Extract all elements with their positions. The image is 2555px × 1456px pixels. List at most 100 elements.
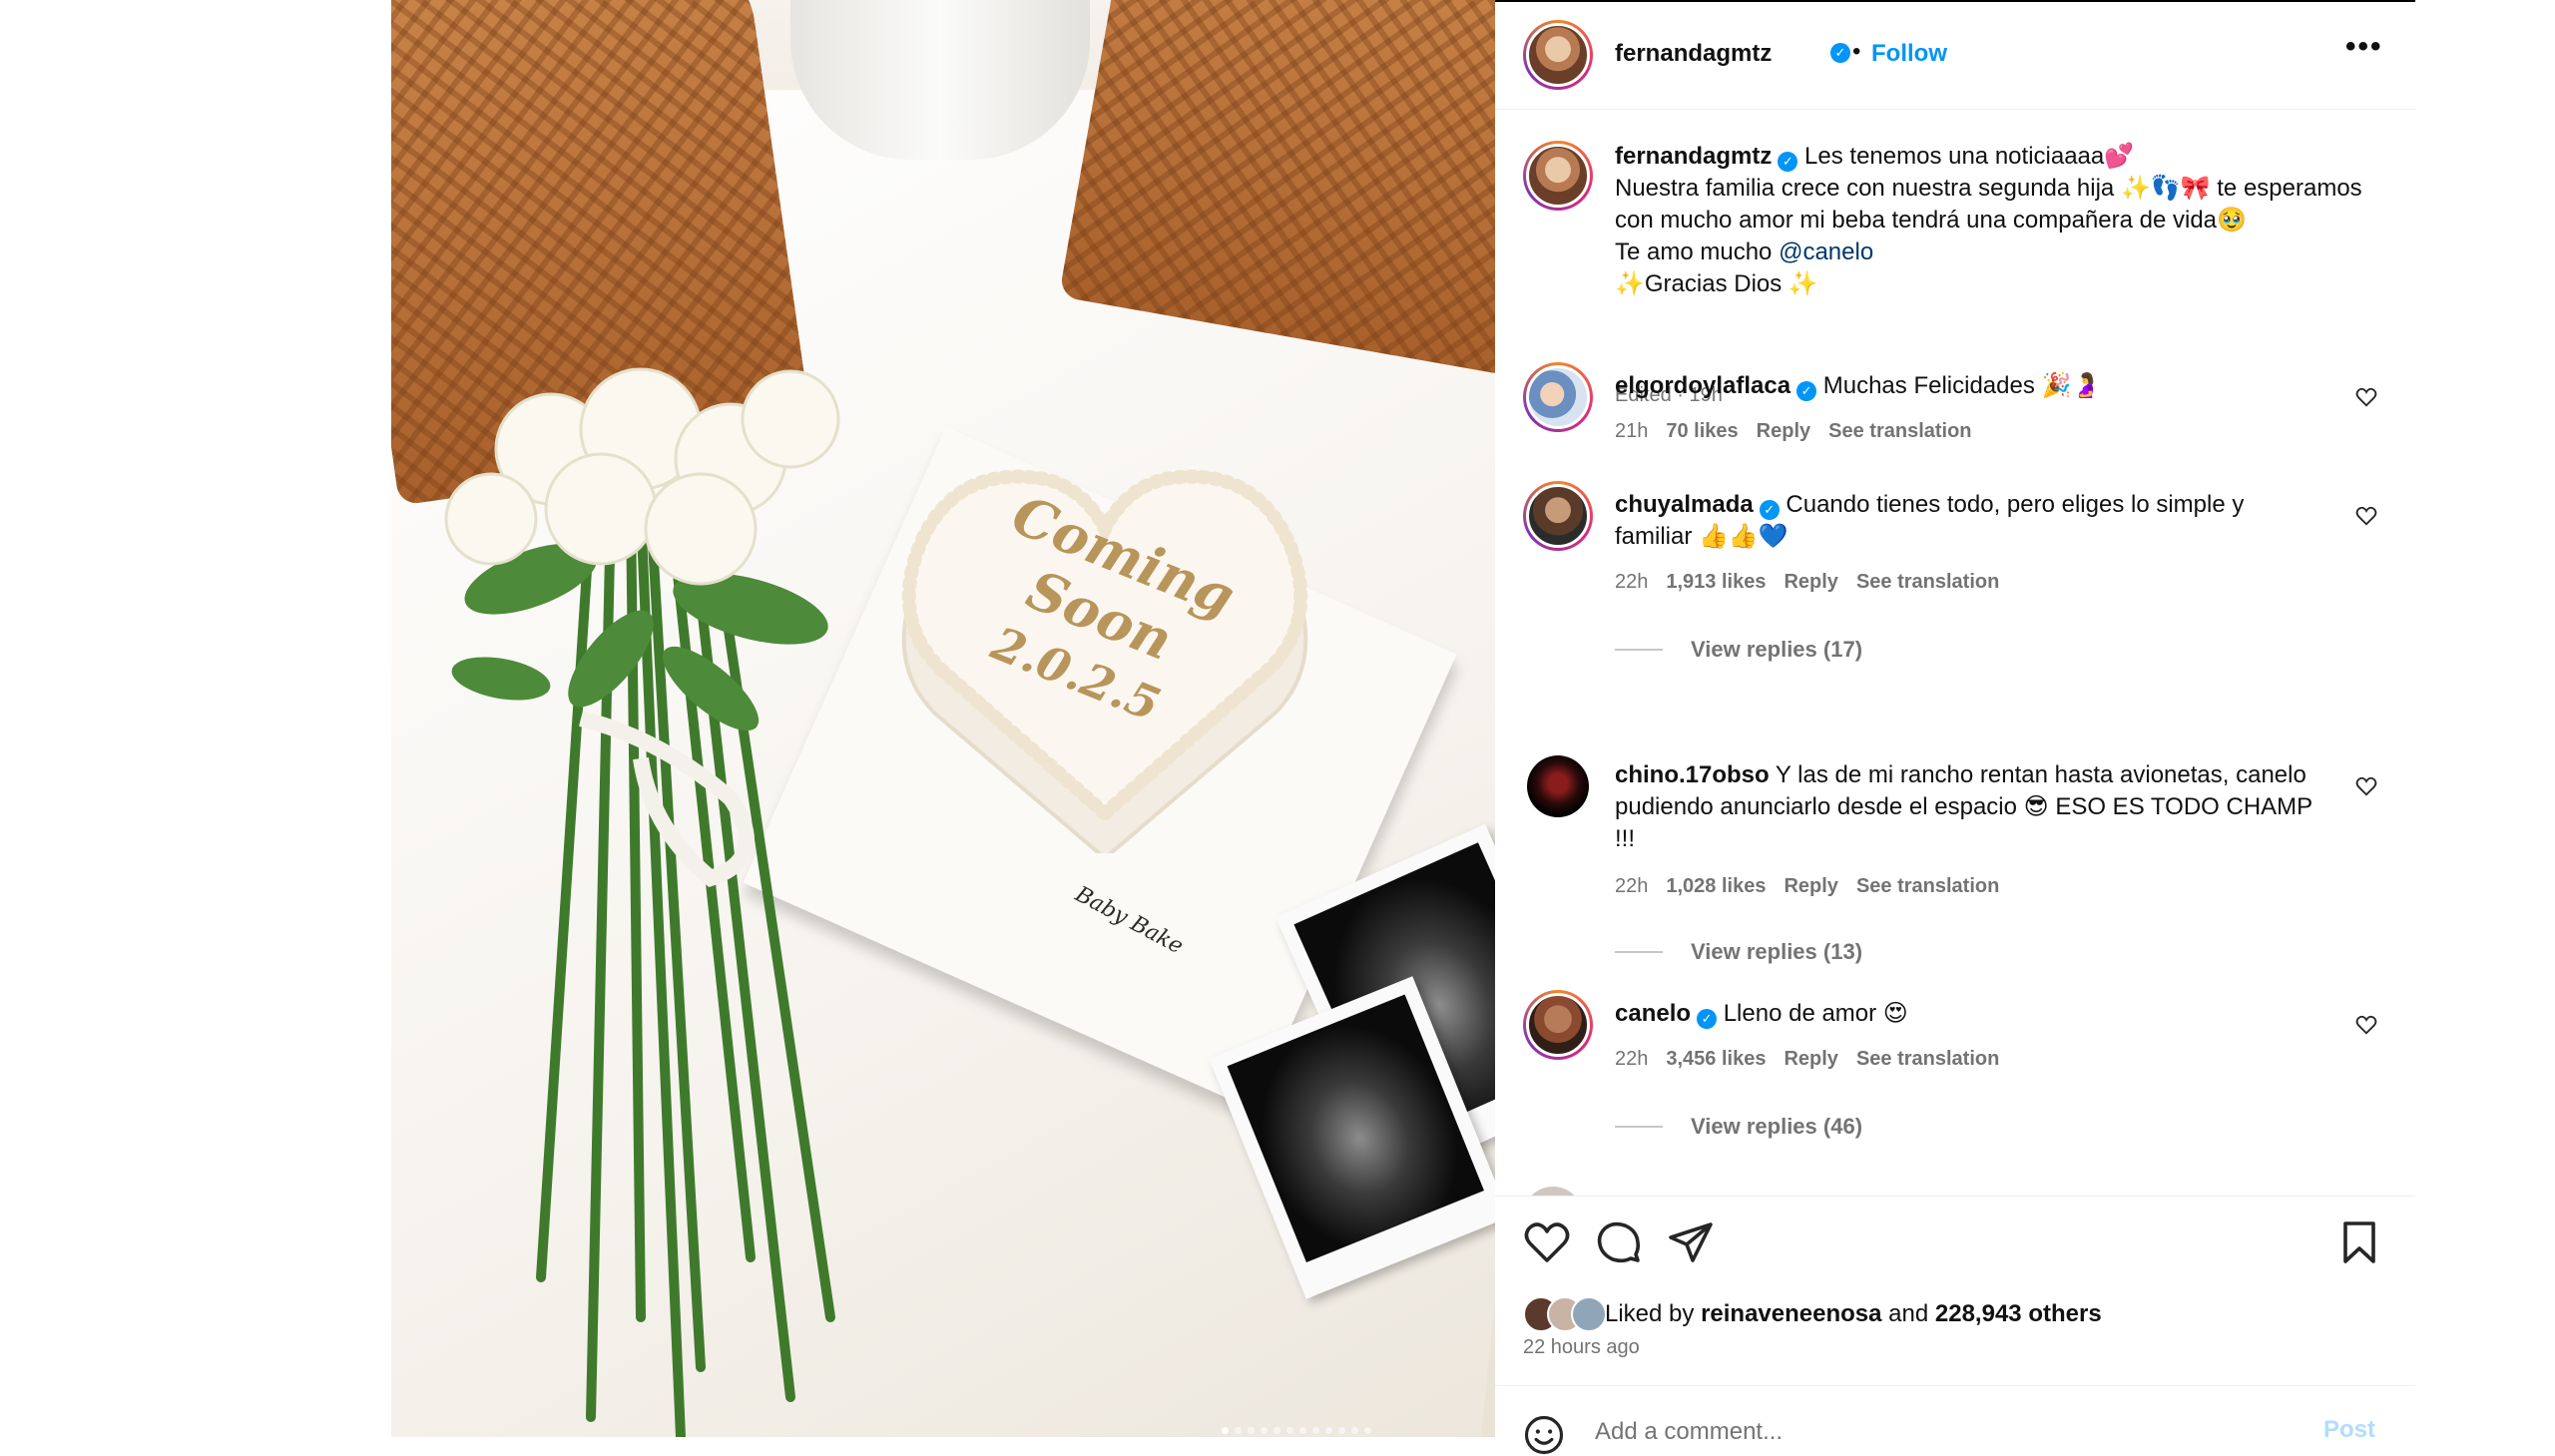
caption-body: fernandagmtz ✓ Les tenemos una noticiaaaa… bbox=[1615, 141, 2393, 300]
comment-time[interactable]: 21h bbox=[1615, 420, 1648, 443]
post-header: fernandagmtz ✓ • Follow ••• bbox=[1495, 0, 2415, 110]
verified-badge-icon: ✓ bbox=[1759, 500, 1780, 520]
comment-meta: 21h 70 likes Reply See translation bbox=[1615, 420, 1972, 443]
liked-prefix: Liked by bbox=[1605, 1300, 1695, 1327]
reply-button[interactable]: Reply bbox=[1784, 1048, 1837, 1071]
comment-username[interactable]: chino.17obso bbox=[1615, 761, 1770, 788]
comment-likes[interactable]: 1,913 likes bbox=[1666, 571, 1766, 594]
comment-text-block: canelo ✓ Lleno de amor 😍 bbox=[1615, 998, 2313, 1030]
author-avatar[interactable] bbox=[1523, 20, 1593, 90]
view-replies-label: View replies (13) bbox=[1691, 939, 1863, 964]
comment-meta: 22h 1,028 likes Reply See translation bbox=[1615, 875, 1999, 898]
verified-badge-icon: ✓ bbox=[1796, 381, 1817, 401]
comment-heart-icon[interactable] bbox=[2355, 775, 2377, 797]
carousel-dot bbox=[1261, 1427, 1268, 1434]
comment-meta: 22h 1,913 likes Reply See translation bbox=[1615, 571, 1999, 594]
caption-line-1: Les tenemos una noticiaaaa💕 bbox=[1804, 143, 2135, 170]
see-translation-link[interactable]: See translation bbox=[1828, 420, 1971, 443]
see-translation-link[interactable]: See translation bbox=[1856, 1048, 1999, 1071]
comment-bubble-icon[interactable] bbox=[1595, 1218, 1643, 1266]
follow-button[interactable]: Follow bbox=[1871, 40, 1947, 68]
more-options-icon[interactable]: ••• bbox=[2345, 30, 2383, 64]
comment-text-block: chino.17obso Y las de mi rancho rentan h… bbox=[1615, 759, 2313, 855]
heart-icon[interactable] bbox=[1523, 1218, 1571, 1266]
comment-username[interactable]: canelo bbox=[1615, 1000, 1691, 1027]
post-actions-bar: Liked by reinaveneenosa and 228,943 othe… bbox=[1495, 1196, 2415, 1358]
carousel-dots bbox=[1222, 1427, 1371, 1434]
carousel-dot bbox=[1286, 1427, 1293, 1434]
paper-plane-icon[interactable] bbox=[1667, 1218, 1715, 1266]
white-roses-bouquet bbox=[444, 367, 840, 1437]
comment-meta: 22h 3,456 likes Reply See translation bbox=[1615, 1048, 1999, 1071]
comment-heart-icon[interactable] bbox=[2355, 386, 2377, 408]
comment-likes[interactable]: 70 likes bbox=[1666, 420, 1738, 443]
caption-username[interactable]: fernandagmtz bbox=[1615, 143, 1772, 170]
comment-text-block: elgordoylaflaca ✓ Muchas Felicidades 🎉🤰 bbox=[1615, 370, 2313, 402]
comment-time[interactable]: 22h bbox=[1615, 1048, 1648, 1071]
carousel-dot bbox=[1312, 1427, 1319, 1434]
author-username[interactable]: fernandagmtz bbox=[1615, 40, 1772, 68]
caption-avatar[interactable] bbox=[1523, 141, 1593, 211]
liked-others-count[interactable]: 228,943 others bbox=[1935, 1300, 2102, 1328]
comment-text-block: chuyalmada ✓ Cuando tienes todo, pero eli… bbox=[1615, 489, 2313, 553]
comment-text: Muchas Felicidades 🎉🤰 bbox=[1822, 372, 2102, 399]
carousel-dot bbox=[1222, 1427, 1229, 1434]
comment-time[interactable]: 22h bbox=[1615, 875, 1648, 898]
next-comment-partial bbox=[1523, 1179, 2222, 1197]
commenter-avatar[interactable] bbox=[1527, 755, 1589, 817]
comments-scroll-area[interactable]: fernandagmtz ✓ Les tenemos una noticiaaaa… bbox=[1495, 111, 2415, 1197]
comment-input[interactable] bbox=[1595, 1412, 2234, 1452]
carousel-dot bbox=[1364, 1427, 1371, 1434]
reply-button[interactable]: Reply bbox=[1757, 420, 1810, 443]
comment-heart-icon[interactable] bbox=[2355, 1014, 2377, 1036]
commenter-avatar[interactable] bbox=[1523, 481, 1593, 551]
view-replies-button[interactable]: View replies (46) bbox=[1615, 1114, 1862, 1140]
view-replies-label: View replies (46) bbox=[1691, 1114, 1863, 1139]
caption-mention-link[interactable]: @canelo bbox=[1779, 239, 1873, 265]
replies-divider bbox=[1615, 649, 1663, 651]
see-translation-link[interactable]: See translation bbox=[1856, 571, 1999, 594]
liked-by-row: Liked by reinaveneenosa and 228,943 othe… bbox=[1523, 1296, 2102, 1332]
reply-button[interactable]: Reply bbox=[1784, 571, 1837, 594]
view-replies-button[interactable]: View replies (17) bbox=[1615, 637, 1862, 663]
post-photo: Baby Bake Coming Soon 2.0.2.5 bbox=[391, 0, 1495, 1437]
verified-badge-icon: ✓ bbox=[1778, 152, 1798, 172]
smiley-icon[interactable] bbox=[1523, 1414, 1565, 1456]
see-translation-link[interactable]: See translation bbox=[1856, 875, 1999, 898]
replies-divider bbox=[1615, 951, 1663, 953]
verified-badge-icon: ✓ bbox=[1830, 43, 1850, 63]
carousel-dot bbox=[1325, 1427, 1332, 1434]
reply-button[interactable]: Reply bbox=[1784, 875, 1837, 898]
carousel-dot bbox=[1351, 1427, 1358, 1434]
carousel-dot bbox=[1299, 1427, 1306, 1434]
carousel-dot bbox=[1274, 1427, 1280, 1434]
liker-avatars bbox=[1523, 1296, 1607, 1332]
comment-likes[interactable]: 3,456 likes bbox=[1666, 1048, 1766, 1071]
carousel-dot bbox=[1235, 1427, 1242, 1434]
post-side-panel: fernandagmtz ✓ • Follow ••• fernandagmtz… bbox=[1495, 0, 2415, 1455]
liked-middle: and bbox=[1888, 1300, 1929, 1327]
liked-by-user[interactable]: reinaveneenosa bbox=[1701, 1300, 1881, 1328]
separator-dot: • bbox=[1852, 38, 1861, 65]
caption-line-2: Nuestra familia crece con nuestra segund… bbox=[1615, 175, 2362, 234]
comment-time[interactable]: 22h bbox=[1615, 571, 1648, 594]
view-replies-button[interactable]: View replies (13) bbox=[1615, 939, 1862, 965]
bookmark-icon[interactable] bbox=[2335, 1218, 2383, 1266]
comment-username[interactable]: elgordoylaflaca bbox=[1615, 372, 1790, 399]
add-comment-bar: Post bbox=[1495, 1385, 2415, 1455]
instagram-post-modal: Baby Bake Coming Soon 2.0.2.5 fernandagm… bbox=[0, 0, 2555, 1455]
comment-username[interactable]: chuyalmada bbox=[1615, 491, 1754, 518]
post-comment-button[interactable]: Post bbox=[2323, 1416, 2375, 1444]
comment-likes[interactable]: 1,028 likes bbox=[1666, 875, 1766, 898]
replies-divider bbox=[1615, 1126, 1663, 1128]
view-replies-label: View replies (17) bbox=[1691, 637, 1863, 662]
carousel-dot bbox=[1338, 1427, 1345, 1434]
caption-line-3: Te amo mucho bbox=[1615, 239, 1780, 265]
comment-text: Lleno de amor 😍 bbox=[1723, 1000, 1908, 1027]
caption-line-4: ✨Gracias Dios ✨ bbox=[1615, 270, 1818, 297]
post-time-ago[interactable]: 22 hours ago bbox=[1523, 1336, 1640, 1359]
commenter-avatar[interactable] bbox=[1523, 362, 1593, 432]
verified-badge-icon: ✓ bbox=[1697, 1009, 1718, 1029]
commenter-avatar[interactable] bbox=[1523, 990, 1593, 1060]
comment-heart-icon[interactable] bbox=[2355, 505, 2377, 527]
